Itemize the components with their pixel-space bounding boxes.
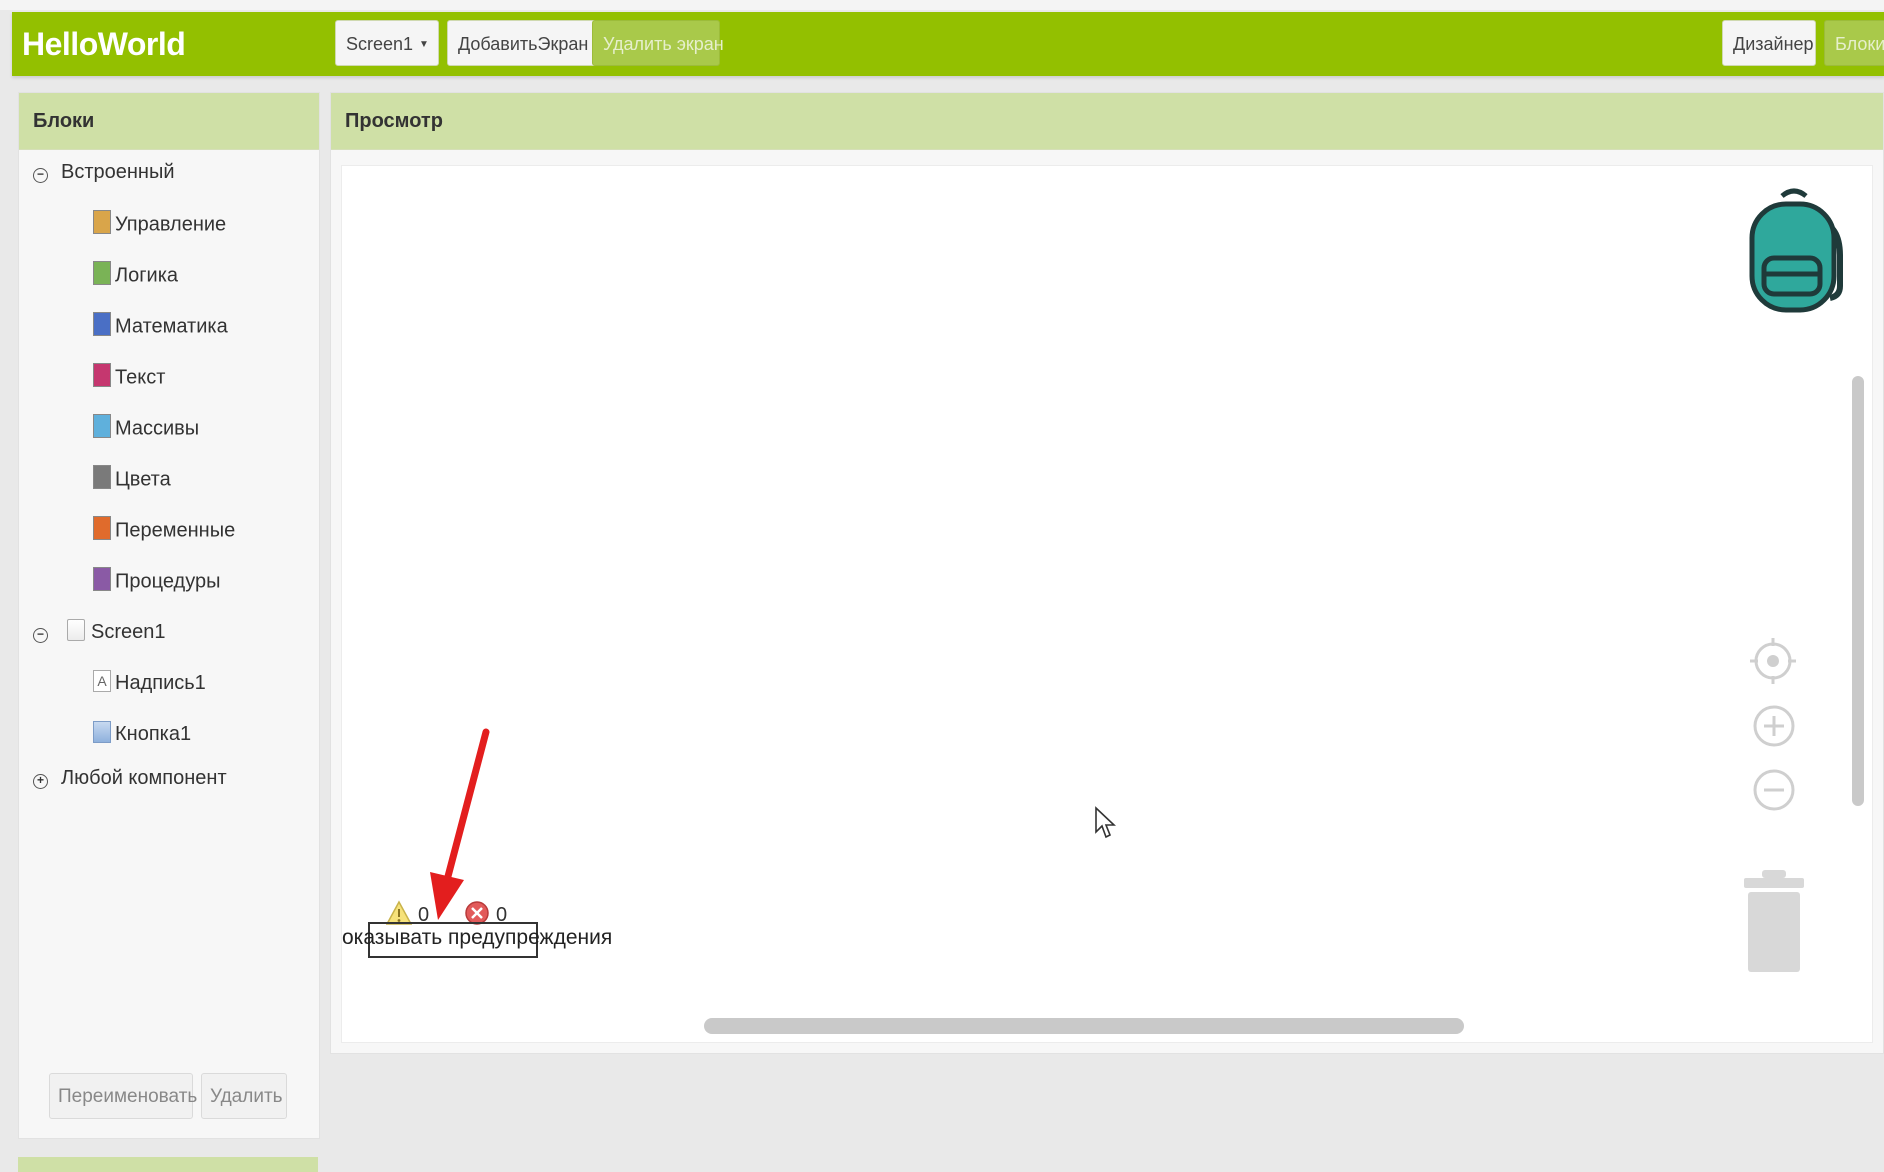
tree-builtin-label: Встроенный	[61, 161, 175, 183]
collapse-icon[interactable]: −	[33, 168, 48, 183]
mouse-cursor-icon	[1095, 806, 1116, 839]
variables-color-icon	[93, 516, 111, 540]
category-label: Процедуры	[115, 570, 221, 593]
component-name: Надпись1	[115, 672, 206, 694]
add-screen-button[interactable]: ДобавитьЭкран	[447, 20, 597, 66]
category-label: Управление	[115, 213, 227, 236]
category-label: Логика	[115, 264, 179, 287]
top-toolbar: HelloWorld Screen1 ▼ ДобавитьЭкран Удалит…	[12, 12, 1884, 76]
category-label: Текст	[115, 366, 166, 389]
zoom-out-icon[interactable]	[1752, 768, 1796, 812]
component-label1[interactable]: A Надпись1	[93, 669, 206, 706]
label-component-icon: A	[93, 669, 111, 692]
text-color-icon	[93, 363, 111, 387]
category-label: Переменные	[115, 519, 236, 542]
component-button1[interactable]: Кнопка1	[93, 720, 192, 757]
blocks-button[interactable]: Блоки	[1824, 20, 1884, 66]
component-name: Кнопка1	[115, 723, 192, 745]
viewer-panel-title: Просмотр	[331, 93, 1883, 150]
app-title: HelloWorld	[22, 26, 186, 62]
lists-color-icon	[93, 414, 111, 438]
zoom-in-icon[interactable]	[1752, 704, 1796, 748]
top-band	[0, 0, 1884, 10]
category-label: Массивы	[115, 417, 200, 440]
tree-screen1-label: Screen1	[91, 621, 166, 643]
chevron-down-icon: ▼	[419, 39, 429, 51]
category-lists[interactable]: Массивы	[93, 414, 200, 451]
rename-button[interactable]: Переименовать	[49, 1073, 197, 1119]
blocks-panel: Блоки − Встроенный Управление Логика Мат…	[18, 92, 320, 1139]
colors-color-icon	[93, 465, 111, 489]
blocks-workspace[interactable]: 0 0 оказывать предупреждения	[341, 165, 1873, 1043]
control-color-icon	[93, 210, 111, 234]
bottom-panel-strip	[18, 1157, 318, 1172]
logic-color-icon	[93, 261, 111, 285]
category-colors[interactable]: Цвета	[93, 465, 171, 502]
red-arrow-annotation	[430, 728, 490, 920]
procedures-color-icon	[93, 567, 111, 591]
delete-screen-button[interactable]: Удалить экран	[592, 20, 724, 66]
category-text[interactable]: Текст	[93, 363, 166, 400]
tree-any-component-label: Любой компонент	[61, 767, 227, 789]
category-math[interactable]: Математика	[93, 312, 228, 349]
viewer-panel: Просмотр 0 0 оказывать предупреждения	[330, 92, 1884, 1054]
collapse-icon[interactable]: −	[33, 628, 48, 643]
category-variables[interactable]: Переменные	[93, 516, 236, 553]
trash-icon[interactable]	[1742, 870, 1806, 974]
category-control[interactable]: Управление	[93, 210, 227, 247]
category-logic[interactable]: Логика	[93, 261, 179, 298]
screen-select-label: Screen1	[346, 34, 414, 54]
expand-icon[interactable]: +	[33, 774, 48, 789]
math-color-icon	[93, 312, 111, 336]
vertical-scrollbar[interactable]	[1852, 376, 1864, 806]
designer-button[interactable]: Дизайнер	[1722, 20, 1816, 66]
category-label: Цвета	[115, 468, 171, 491]
category-label: Математика	[115, 315, 228, 338]
show-warnings-label: оказывать предупреждения	[342, 926, 613, 949]
button-component-icon	[93, 720, 111, 743]
recenter-icon[interactable]	[1750, 638, 1796, 684]
blocks-panel-title: Блоки	[19, 93, 319, 150]
horizontal-scrollbar[interactable]	[704, 1018, 1464, 1034]
screen-select-dropdown[interactable]: Screen1 ▼	[335, 20, 439, 66]
category-procedures[interactable]: Процедуры	[93, 567, 221, 604]
backpack-icon[interactable]	[1744, 186, 1844, 316]
delete-button[interactable]: Удалить	[201, 1073, 287, 1119]
screen-icon	[67, 619, 85, 641]
